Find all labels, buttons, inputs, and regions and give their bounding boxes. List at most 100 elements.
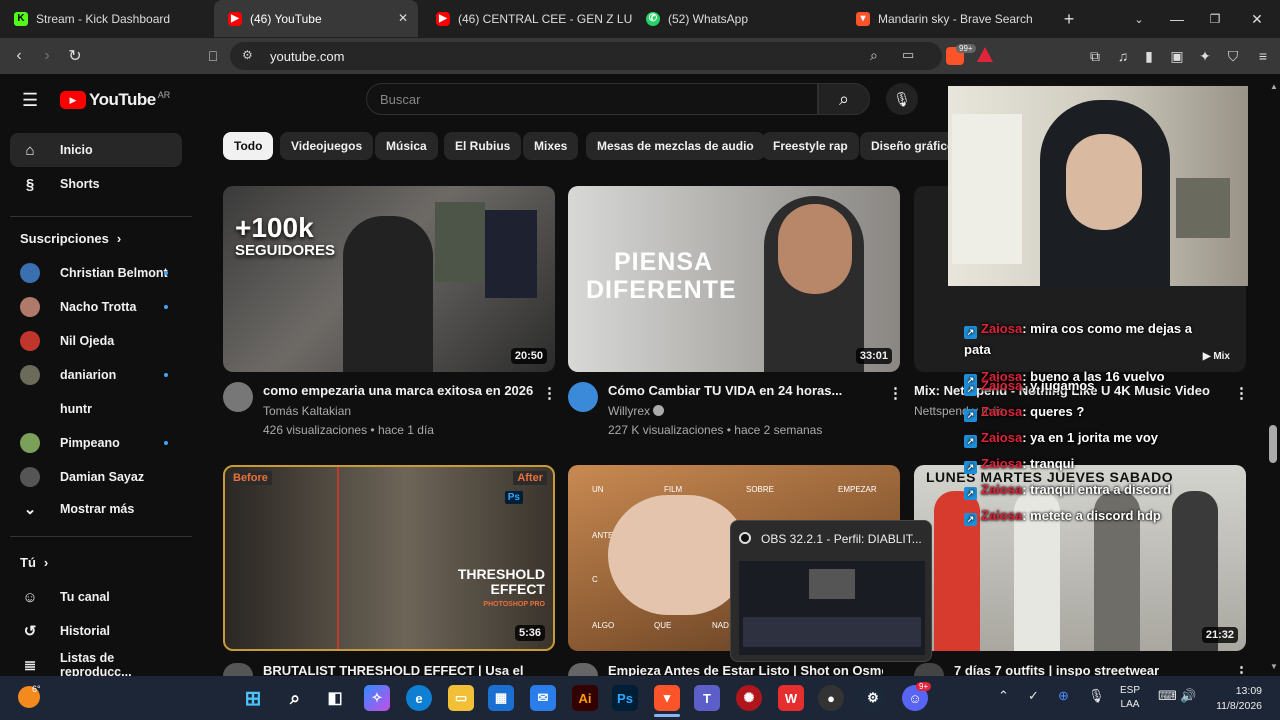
start-icon[interactable]: ⊞ [240,685,266,711]
sidebar-item-subscription[interactable]: Christian Belmont [10,256,182,290]
sidebar-item-subscription[interactable]: daniarion [10,358,182,392]
network-icon[interactable]: ⌨ [1158,688,1177,704]
scrollbar-thumb[interactable] [1269,425,1277,463]
chip-musica[interactable]: Música [375,132,438,160]
you-header[interactable]: Tú › [20,555,48,570]
photoshop-icon[interactable]: Ps [612,685,638,711]
new-tab-icon[interactable]: + [1058,8,1080,30]
scroll-up-icon[interactable]: ▲ [1270,82,1278,91]
video-title[interactable]: como empezaria una marca exitosa en 2026 [263,383,538,398]
tab-title: (52) WhatsApp [668,11,749,26]
tray-app-icon[interactable]: ✓ [1028,688,1039,704]
channel-avatar[interactable] [223,663,253,676]
chip-freestyle-rap[interactable]: Freestyle rap [762,132,859,160]
sidebar-item-inicio[interactable]: ⌂ Inicio [10,133,182,167]
address-bar[interactable]: ⚙ youtube.com ⌕ ▭ [230,42,942,70]
voice-search-button[interactable]: 🎙 [886,83,918,115]
media-icon[interactable]: ♫ [1112,45,1134,67]
video-title[interactable]: Cómo Cambiar TU VIDA en 24 horas... [608,383,878,398]
chip-videojuegos[interactable]: Videojuegos [280,132,374,160]
more-options-icon[interactable]: ⋮ [1234,384,1249,402]
tray-overflow-icon[interactable]: ⌃ [998,688,1009,704]
forward-icon[interactable]: › [36,45,58,67]
show-more-button[interactable]: ⌄ Mostrar más [10,492,182,526]
obs-preview-popup[interactable]: OBS 32.2.1 - Perfil: DIABLIT... [730,520,932,662]
site-settings-icon[interactable]: ⚙ [242,48,253,62]
channel-avatar[interactable] [223,382,253,412]
close-tab-icon[interactable]: ✕ [398,11,408,25]
microsoft-store-icon[interactable]: ▦ [488,685,514,711]
back-icon[interactable]: ‹ [8,45,30,67]
extensions-icon[interactable]: ⧉ [1084,45,1106,67]
chip-todo[interactable]: Todo [223,132,274,160]
app-icon[interactable]: ✺ [736,685,762,711]
bookmark-icon[interactable]: ⎕ [202,45,224,67]
video-thumbnail[interactable]: +100k SEGUIDORES 20:50 [223,186,555,372]
language-indicator[interactable]: ESP LAA [1120,684,1140,712]
chip-mesas-de-mezclas[interactable]: Mesas de mezclas de audio [586,132,765,160]
youtube-logo[interactable]: ▶ YouTube AR [60,90,170,110]
reload-icon[interactable]: ↻ [64,45,86,67]
sidebar-item-shorts[interactable]: § Shorts [10,167,182,201]
edge-icon[interactable]: e [406,685,432,711]
tab-central-cee[interactable]: ▶ (46) CENTRAL CEE - GEN Z LUV [ [422,0,632,37]
cast-icon[interactable]: ▭ [902,47,914,63]
sidebar-item-subscription[interactable]: Nil Ojeda [10,324,182,358]
sidebar-toggle-icon[interactable]: ▮ [1138,45,1160,67]
minimize-icon[interactable]: — [1166,8,1188,30]
teams-icon[interactable]: T [694,685,720,711]
microphone-icon[interactable]: 🎙 [1088,688,1105,704]
video-channel[interactable]: Willyrex [608,404,650,418]
chip-mixes[interactable]: Mixes [523,132,579,160]
leo-ai-icon[interactable]: ✦ [1194,45,1216,67]
sidebar-item-subscription[interactable]: Nacho Trotta [10,290,182,324]
chat-message: ↗ Zaiosa: queres ? [964,401,1214,422]
tab-youtube[interactable]: ▶ (46) YouTube ✕ [214,0,418,37]
channel-avatar[interactable] [568,663,598,676]
illustrator-icon[interactable]: Ai [572,685,598,711]
tab-brave-search[interactable]: ▾ Mandarin sky - Brave Search [842,0,1052,37]
clock[interactable]: 13:09 11/8/2026 [1206,684,1262,714]
subscriptions-header[interactable]: Suscripciones › [20,231,121,246]
search-icon[interactable]: ⌕ [282,685,308,711]
video-thumbnail[interactable]: PIENSA DIFERENTE 33:01 [568,186,900,372]
tab-whatsapp[interactable]: ✆ (52) WhatsApp [632,0,842,37]
steam-icon[interactable]: ⚙ [860,685,886,711]
wps-office-icon[interactable]: W [778,685,804,711]
search-input[interactable]: Buscar [366,83,818,115]
task-view-icon[interactable]: ◧ [322,685,348,711]
scrollbar-track[interactable] [1266,74,1280,676]
tray-vpn-icon[interactable]: ⊕ [1058,688,1069,704]
wallet-icon[interactable]: ▣ [1166,45,1188,67]
tab-kick-dashboard[interactable]: K Stream - Kick Dashboard [0,0,210,37]
scroll-down-icon[interactable]: ▼ [1270,662,1278,671]
sidebar-item-subscription[interactable]: huntr [10,392,182,426]
channel-avatar[interactable] [568,382,598,412]
channel-avatar[interactable] [914,663,944,676]
vpn-icon[interactable]: ⛉ [1222,45,1244,67]
brave-icon[interactable]: ▾ [654,685,680,711]
chip-el-rubius[interactable]: El Rubius [444,132,522,160]
file-explorer-icon[interactable]: ▭ [448,685,474,711]
channel-avatar [20,433,40,453]
sidebar-item-subscription[interactable]: Damian Sayaz [10,460,182,494]
menu-icon[interactable]: ≡ [1252,45,1274,67]
brave-rewards-icon[interactable] [977,47,993,62]
zoom-icon[interactable]: ⌕ [870,47,878,64]
volume-icon[interactable]: 🔊 [1180,688,1196,704]
sidebar-item-tu-canal[interactable]: ☺ Tu canal [10,580,182,614]
video-thumbnail[interactable]: Before After Ps THRESHOLD EFFECT PHOTOSH… [223,465,555,651]
hamburger-menu-icon[interactable]: ☰ [22,90,38,111]
more-options-icon[interactable]: ⋮ [542,384,557,402]
search-button[interactable]: ⌕ [818,83,870,115]
outlook-icon[interactable]: ✉ [530,685,556,711]
copilot-icon[interactable]: ✧ [364,685,390,711]
sidebar-item-historial[interactable]: ↺ Historial [10,614,182,648]
restore-icon[interactable]: ❐ [1204,8,1226,30]
close-window-icon[interactable]: ✕ [1246,8,1268,30]
sidebar-item-subscription[interactable]: Pimpeano [10,426,182,460]
video-channel[interactable]: Tomás Kaltakian [263,404,351,418]
more-options-icon[interactable]: ⋮ [888,384,903,402]
tab-search-chevron-icon[interactable]: ⌄ [1128,8,1150,30]
obs-icon[interactable]: ● [818,685,844,711]
